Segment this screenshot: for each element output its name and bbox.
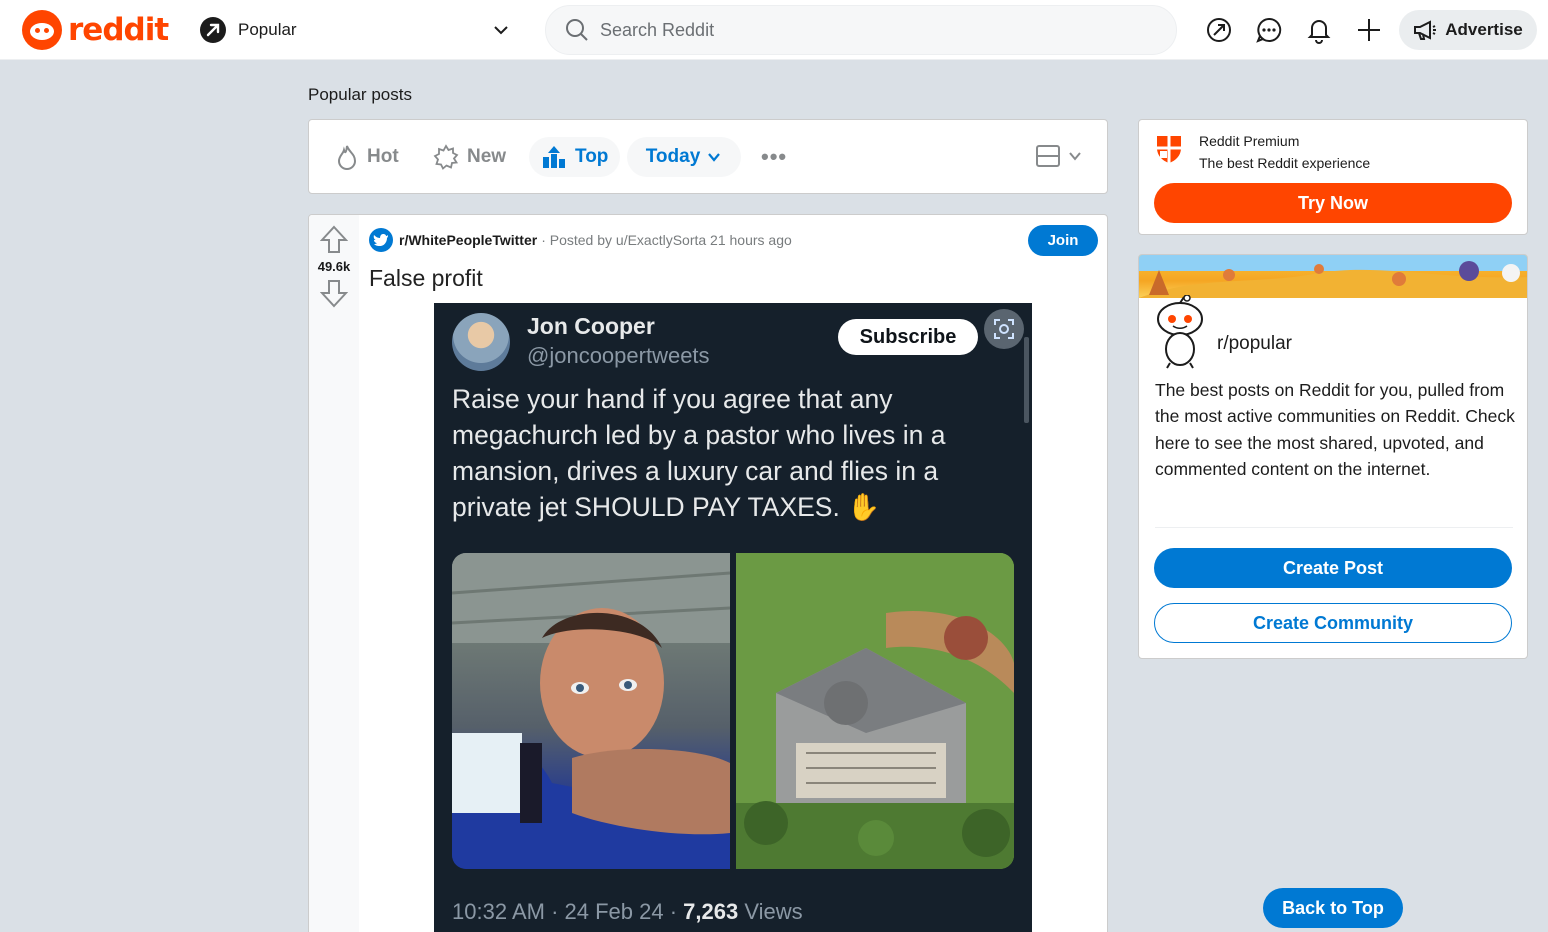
advertise-button[interactable]: Advertise xyxy=(1399,10,1537,50)
chevron-down-icon xyxy=(708,153,721,162)
community-name: r/popular xyxy=(1217,333,1292,354)
megaphone-icon xyxy=(1414,20,1437,40)
tweet-timestamp: 10:32 AM · 24 Feb 24 · xyxy=(452,899,684,924)
notification-bell-icon[interactable] xyxy=(1304,15,1334,45)
post-image-tweet[interactable]: Jon Cooper @joncoopertweets Subscribe Ra… xyxy=(434,303,1032,932)
tweet-author-handle: @joncoopertweets xyxy=(527,343,710,368)
sort-new[interactable]: New xyxy=(433,137,506,177)
feed-selector[interactable]: Popular xyxy=(188,8,518,52)
time-range-dropdown[interactable]: Today xyxy=(627,137,741,177)
tweet-author-name: Jon Cooper xyxy=(527,313,655,339)
upvote-icon[interactable] xyxy=(320,225,348,255)
flame-icon xyxy=(337,145,357,170)
image-scrollbar[interactable] xyxy=(1024,337,1029,423)
vote-column: 49.6k xyxy=(309,215,359,932)
subreddit-link[interactable]: r/WhitePeopleTwitter xyxy=(399,232,537,248)
advertise-label: Advertise xyxy=(1445,20,1523,39)
tweet-views-label: Views xyxy=(738,899,803,924)
logo-wordmark: reddit xyxy=(68,12,169,48)
burst-icon xyxy=(433,144,459,170)
community-banner xyxy=(1139,255,1527,298)
premium-title: Reddit Premium xyxy=(1199,133,1300,149)
sort-bar: Hot New Top Today ••• xyxy=(308,119,1108,194)
card-layout-icon xyxy=(1036,145,1060,167)
premium-subtitle: The best Reddit experience xyxy=(1199,155,1371,171)
section-title: Popular posts xyxy=(308,85,412,104)
chevron-down-icon xyxy=(1069,152,1081,161)
community-about-card: r/popular The best posts on Reddit for y… xyxy=(1138,254,1528,659)
back-to-top-button[interactable]: Back to Top xyxy=(1263,888,1403,928)
post-card[interactable]: 49.6k r/WhitePeopleTwitter · Posted by u… xyxy=(308,214,1108,932)
chat-icon[interactable] xyxy=(1254,15,1284,45)
tweet-photo-pastor xyxy=(452,553,730,869)
layout-switcher[interactable] xyxy=(1035,143,1083,169)
community-description: The best posts on Reddit for you, pulled… xyxy=(1155,380,1515,479)
try-now-button[interactable]: Try Now xyxy=(1154,183,1512,223)
tweet-photo-mansion xyxy=(736,553,1014,869)
sort-hot[interactable]: Hot xyxy=(335,137,399,177)
search-input[interactable] xyxy=(600,19,1140,41)
top-bars-icon xyxy=(543,146,565,168)
top-header: reddit Popular Advertise xyxy=(0,0,1548,60)
post-byline: · Posted by u/ExactlySorta 21 hours ago xyxy=(541,232,792,248)
popular-arrow-icon xyxy=(200,17,226,43)
reddit-logo[interactable]: reddit xyxy=(22,10,169,50)
popular-icon[interactable] xyxy=(1204,15,1234,45)
feed-label: Popular xyxy=(238,20,297,39)
create-community-button[interactable]: Create Community xyxy=(1154,603,1512,643)
sort-hot-label: Hot xyxy=(367,146,399,167)
avatar xyxy=(452,313,510,371)
post-title[interactable]: False profit xyxy=(369,265,483,292)
tweet-subscribe-button: Subscribe xyxy=(838,319,978,355)
premium-card: Reddit Premium The best Reddit experienc… xyxy=(1138,119,1528,235)
snoo-mascot-icon xyxy=(1157,295,1203,369)
search-bar[interactable] xyxy=(545,5,1177,55)
divider xyxy=(1155,527,1513,528)
sort-top-label: Top xyxy=(575,146,609,167)
search-icon xyxy=(566,19,588,41)
tweet-views-count: 7,263 xyxy=(683,899,739,924)
sort-top[interactable]: Top xyxy=(529,137,621,177)
snoo-logo-icon xyxy=(22,10,62,50)
image-scan-icon[interactable] xyxy=(984,309,1024,349)
sort-new-label: New xyxy=(467,146,507,167)
chevron-down-icon xyxy=(494,26,508,35)
more-options-button[interactable]: ••• xyxy=(761,144,787,170)
premium-shield-icon xyxy=(1157,136,1181,163)
create-post-button[interactable]: Create Post xyxy=(1154,548,1512,588)
vote-score: 49.6k xyxy=(317,259,351,274)
time-range-label: Today xyxy=(645,146,701,167)
join-button[interactable]: Join xyxy=(1028,225,1098,256)
downvote-icon[interactable] xyxy=(320,278,348,308)
post-meta: r/WhitePeopleTwitter · Posted by u/Exact… xyxy=(369,228,792,252)
tweet-footer: 10:32 AM · 24 Feb 24 · 7,263 Views xyxy=(452,899,803,925)
create-plus-icon[interactable] xyxy=(1354,15,1384,45)
tweet-text: Raise your hand if you agree that any me… xyxy=(452,384,946,522)
twitter-bird-icon xyxy=(369,228,393,252)
